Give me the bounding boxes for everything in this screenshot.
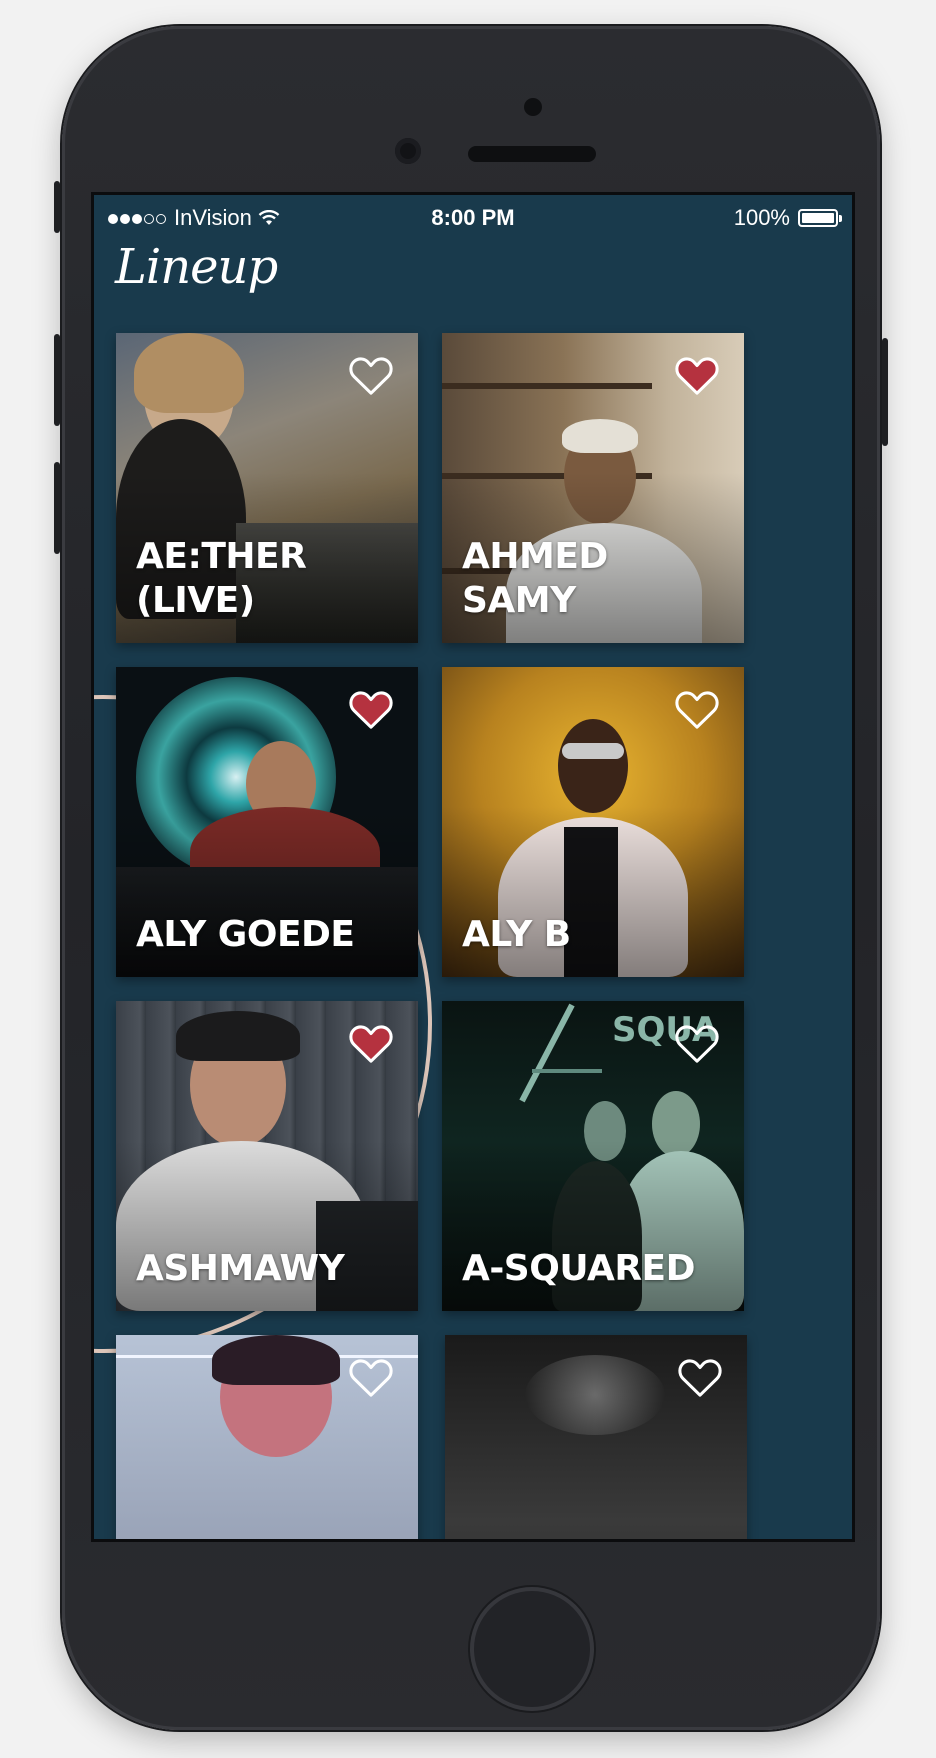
volume-up-button bbox=[54, 334, 60, 426]
page-title: Lineup bbox=[115, 239, 278, 295]
artist-card[interactable]: AHMED SAMY bbox=[442, 333, 744, 643]
battery-percent: 100% bbox=[733, 205, 790, 230]
artist-card[interactable] bbox=[445, 1335, 747, 1539]
proximity-sensor bbox=[524, 98, 542, 116]
heart-outline-icon[interactable] bbox=[674, 1023, 720, 1065]
home-button[interactable] bbox=[470, 1587, 594, 1711]
artist-card[interactable]: ALY B bbox=[442, 667, 744, 977]
artist-card[interactable] bbox=[116, 1335, 418, 1539]
artist-name: AE:THER (LIVE) bbox=[136, 536, 307, 621]
heart-outline-icon[interactable] bbox=[348, 355, 394, 397]
status-right: 100% bbox=[733, 205, 842, 231]
heart-filled-icon[interactable] bbox=[674, 355, 720, 397]
heart-outline-icon[interactable] bbox=[674, 689, 720, 731]
app-screen: InVision 8:00 PM 100% Lineup AE:THER (LI… bbox=[91, 192, 855, 1542]
artist-card[interactable]: AE:THER (LIVE) bbox=[116, 333, 418, 643]
mute-switch bbox=[54, 181, 60, 233]
volume-down-button bbox=[54, 462, 60, 554]
artist-card[interactable]: SQUA A-SQUARED bbox=[442, 1001, 744, 1311]
battery-icon bbox=[798, 209, 842, 227]
artist-name: ALY B bbox=[462, 914, 571, 955]
artist-card[interactable]: ASHMAWY bbox=[116, 1001, 418, 1311]
heart-outline-icon[interactable] bbox=[677, 1357, 723, 1399]
artist-name: ALY GOEDE bbox=[136, 914, 355, 955]
artist-card[interactable]: ALY GOEDE bbox=[116, 667, 418, 977]
heart-outline-icon[interactable] bbox=[348, 1357, 394, 1399]
heart-filled-icon[interactable] bbox=[348, 1023, 394, 1065]
artist-name: ASHMAWY bbox=[136, 1248, 345, 1289]
artist-name: A-SQUARED bbox=[462, 1248, 696, 1289]
status-bar: InVision 8:00 PM 100% bbox=[94, 195, 852, 231]
power-button bbox=[882, 338, 888, 446]
front-camera bbox=[395, 138, 421, 164]
earpiece-speaker bbox=[468, 146, 596, 162]
artist-name: AHMED SAMY bbox=[462, 536, 608, 621]
heart-filled-icon[interactable] bbox=[348, 689, 394, 731]
